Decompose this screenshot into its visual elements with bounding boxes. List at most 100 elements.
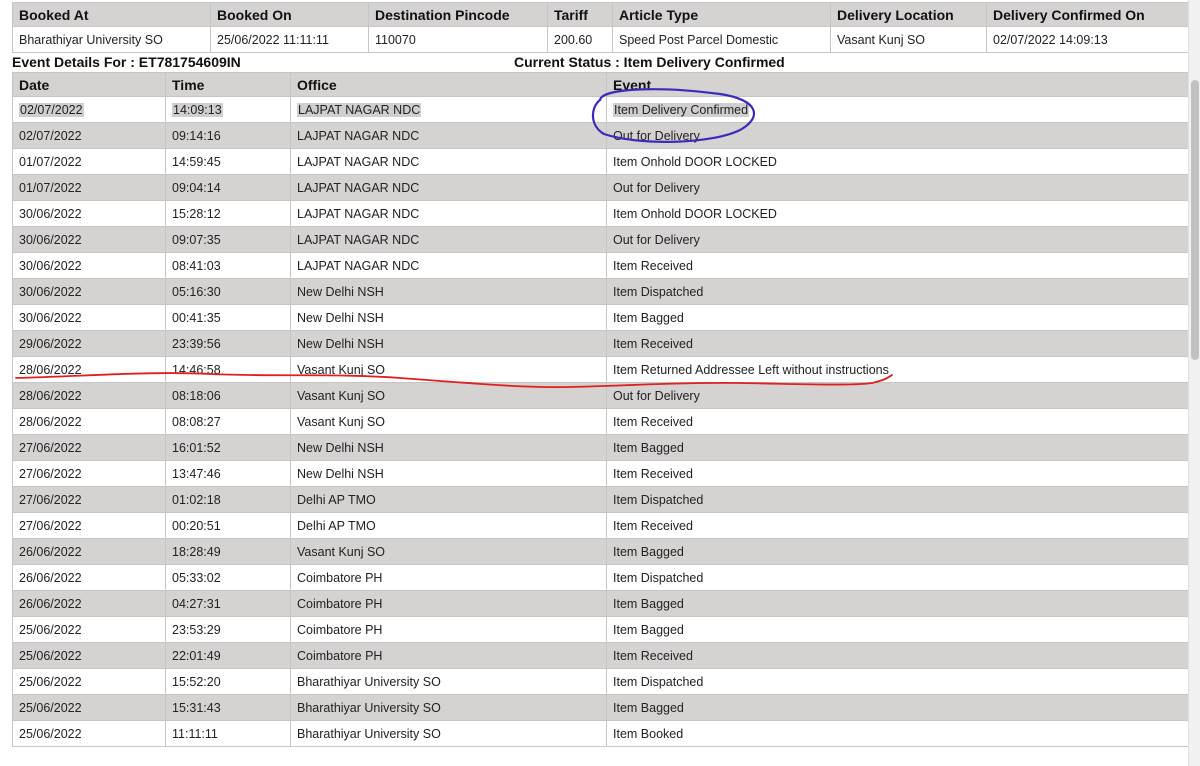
- tariff-value: 200.60: [547, 26, 613, 53]
- event-time: 23:53:29: [165, 616, 291, 643]
- event-office: New Delhi NSH: [290, 460, 607, 487]
- event-time: 15:28:12: [165, 200, 291, 227]
- events-body: 02/07/2022 14:09:13 LAJPAT NAGAR NDC Item D…: [12, 96, 1189, 747]
- delivery-location-value: Vasant Kunj SO: [830, 26, 987, 53]
- event-row: 30/06/2022 00:41:35 New Delhi NSH Item Bagg…: [12, 304, 1189, 331]
- article-type-value: Speed Post Parcel Domestic: [612, 26, 831, 53]
- event-date: 25/06/2022: [12, 642, 166, 669]
- event-row: 26/06/2022 05:33:02 Coimbatore PH Item Disp…: [12, 564, 1189, 591]
- event-description: Out for Delivery: [606, 122, 1189, 149]
- event-time: 11:11:11: [165, 720, 291, 747]
- event-date: 28/06/2022: [12, 382, 166, 409]
- event-office: Vasant Kunj SO: [290, 382, 607, 409]
- event-time: 09:04:14: [165, 174, 291, 201]
- event-time: 14:09:13: [165, 96, 291, 123]
- selected-text: 14:09:13: [172, 102, 223, 117]
- event-date: 30/06/2022: [12, 278, 166, 305]
- event-row: 29/06/2022 23:39:56 New Delhi NSH Item Rece…: [12, 330, 1189, 357]
- event-office: LAJPAT NAGAR NDC: [290, 96, 607, 123]
- event-row: 30/06/2022 09:07:35 LAJPAT NAGAR NDC Out fo…: [12, 226, 1189, 253]
- event-time: 00:41:35: [165, 304, 291, 331]
- event-row: 01/07/2022 09:04:14 LAJPAT NAGAR NDC Out fo…: [12, 174, 1189, 201]
- event-office: Vasant Kunj SO: [290, 408, 607, 435]
- booking-summary-table: Booked At Booked On Destination Pincode …: [12, 2, 1189, 53]
- event-office: New Delhi NSH: [290, 304, 607, 331]
- event-time: 08:08:27: [165, 408, 291, 435]
- events-header-event: Event: [606, 72, 1189, 97]
- event-date: 26/06/2022: [12, 564, 166, 591]
- event-date: 25/06/2022: [12, 720, 166, 747]
- event-time: 15:52:20: [165, 668, 291, 695]
- summary-header-article-type: Article Type: [612, 2, 831, 27]
- event-row: 28/06/2022 08:08:27 Vasant Kunj SO Item Rec…: [12, 408, 1189, 435]
- event-office: Delhi AP TMO: [290, 512, 607, 539]
- event-date: 27/06/2022: [12, 460, 166, 487]
- event-row: 27/06/2022 16:01:52 New Delhi NSH Item Bagg…: [12, 434, 1189, 461]
- event-row: 26/06/2022 04:27:31 Coimbatore PH Item Bagg…: [12, 590, 1189, 617]
- event-time: 09:07:35: [165, 226, 291, 253]
- event-time: 05:16:30: [165, 278, 291, 305]
- event-date: 30/06/2022: [12, 226, 166, 253]
- event-row: 30/06/2022 15:28:12 LAJPAT NAGAR NDC Item O…: [12, 200, 1189, 227]
- event-row: 26/06/2022 18:28:49 Vasant Kunj SO Item Bag…: [12, 538, 1189, 565]
- event-time: 14:46:58: [165, 356, 291, 383]
- summary-header-tariff: Tariff: [547, 2, 613, 27]
- events-header-time: Time: [165, 72, 291, 97]
- event-office: Vasant Kunj SO: [290, 538, 607, 565]
- event-row: 30/06/2022 05:16:30 New Delhi NSH Item Disp…: [12, 278, 1189, 305]
- event-row: 28/06/2022 14:46:58 Vasant Kunj SO Item Ret…: [12, 356, 1189, 383]
- event-time: 13:47:46: [165, 460, 291, 487]
- event-date: 02/07/2022: [12, 96, 166, 123]
- tracking-page: Booked At Booked On Destination Pincode …: [0, 0, 1200, 766]
- event-time: 09:14:16: [165, 122, 291, 149]
- selected-text: 02/07/2022: [19, 102, 84, 117]
- event-office: Coimbatore PH: [290, 590, 607, 617]
- event-time: 00:20:51: [165, 512, 291, 539]
- event-date: 01/07/2022: [12, 148, 166, 175]
- event-description: Item Delivery Confirmed: [606, 96, 1189, 123]
- selected-text: LAJPAT NAGAR NDC: [297, 102, 422, 117]
- event-description: Item Dispatched: [606, 278, 1189, 305]
- event-time: 01:02:18: [165, 486, 291, 513]
- event-time: 08:41:03: [165, 252, 291, 279]
- event-description: Item Received: [606, 330, 1189, 357]
- event-row: 27/06/2022 01:02:18 Delhi AP TMO Item Dispa…: [12, 486, 1189, 513]
- summary-header-row: Booked At Booked On Destination Pincode …: [12, 2, 1189, 27]
- events-header-row: Date Time Office Event: [12, 72, 1189, 97]
- event-details-label: Event Details For : ET781754609IN: [12, 54, 241, 70]
- event-date: 26/06/2022: [12, 538, 166, 565]
- events-header-office: Office: [290, 72, 607, 97]
- event-date: 29/06/2022: [12, 330, 166, 357]
- event-office: Coimbatore PH: [290, 564, 607, 591]
- event-description: Item Bagged: [606, 590, 1189, 617]
- event-date: 27/06/2022: [12, 512, 166, 539]
- event-description: Out for Delivery: [606, 174, 1189, 201]
- event-date: 30/06/2022: [12, 304, 166, 331]
- event-description: Item Bagged: [606, 616, 1189, 643]
- vertical-scrollbar[interactable]: [1188, 0, 1200, 766]
- event-office: Bharathiyar University SO: [290, 720, 607, 747]
- event-time: 23:39:56: [165, 330, 291, 357]
- event-description: Item Dispatched: [606, 486, 1189, 513]
- event-office: Bharathiyar University SO: [290, 694, 607, 721]
- current-status-label: Current Status : Item Delivery Confirmed: [514, 54, 785, 70]
- events-header-date: Date: [12, 72, 166, 97]
- event-description: Item Received: [606, 512, 1189, 539]
- event-description: Item Onhold DOOR LOCKED: [606, 200, 1189, 227]
- summary-header-delivery-location: Delivery Location: [830, 2, 987, 27]
- event-office: New Delhi NSH: [290, 278, 607, 305]
- event-row: 01/07/2022 14:59:45 LAJPAT NAGAR NDC Item O…: [12, 148, 1189, 175]
- event-office: LAJPAT NAGAR NDC: [290, 226, 607, 253]
- event-date: 28/06/2022: [12, 408, 166, 435]
- event-description: Item Received: [606, 460, 1189, 487]
- event-time: 05:33:02: [165, 564, 291, 591]
- event-description: Item Onhold DOOR LOCKED: [606, 148, 1189, 175]
- selected-text: Item Delivery Confirmed: [613, 102, 750, 117]
- scrollbar-thumb[interactable]: [1191, 80, 1199, 360]
- event-time: 04:27:31: [165, 590, 291, 617]
- event-office: LAJPAT NAGAR NDC: [290, 200, 607, 227]
- tracking-info-line: Event Details For : ET781754609IN Curren…: [12, 53, 1188, 71]
- event-description: Item Received: [606, 642, 1189, 669]
- event-date: 25/06/2022: [12, 616, 166, 643]
- destination-pincode-value: 110070: [368, 26, 548, 53]
